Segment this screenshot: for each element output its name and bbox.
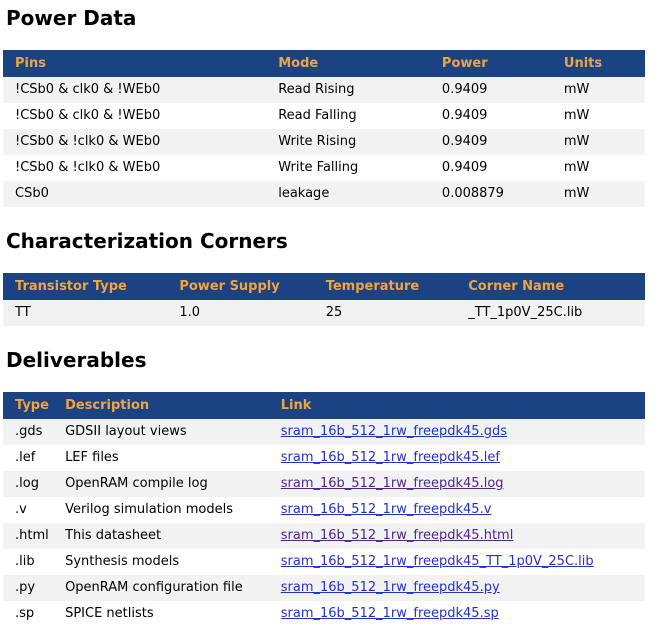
table-row: .lefLEF files sram_16b_512_1rw_freepdk45.… (3, 445, 645, 471)
deliverables-section: Deliverables TypeDescriptionLink .gdsGDS… (3, 348, 645, 627)
column-header: Transistor Type (3, 273, 167, 300)
deliverable-link[interactable]: sram_16b_512_1rw_freepdk45.gds (281, 424, 507, 439)
column-header: Corner Name (456, 273, 645, 300)
table-cell: .html (3, 523, 53, 549)
header-row: TypeDescriptionLink (3, 392, 645, 419)
deliverable-link[interactable]: sram_16b_512_1rw_freepdk45.py (281, 580, 500, 595)
table-cell: sram_16b_512_1rw_freepdk45.gds (269, 419, 645, 445)
table-cell: Read Falling (266, 103, 430, 129)
table-row: .pyOpenRAM configuration file sram_16b_51… (3, 575, 645, 601)
deliverable-link[interactable]: sram_16b_512_1rw_freepdk45.v (281, 502, 492, 517)
deliverable-link[interactable]: sram_16b_512_1rw_freepdk45.lef (281, 450, 500, 465)
header-row: Transistor TypePower SupplyTemperatureCo… (3, 273, 645, 300)
power-data-section: Power Data PinsModePowerUnits !CSb0 & cl… (3, 6, 645, 207)
table-cell: mW (552, 77, 645, 103)
table-cell: _TT_1p0V_25C.lib (456, 300, 645, 326)
table-cell: .gds (3, 419, 53, 445)
table-row: CSb0leakage0.008879mW (3, 181, 645, 207)
table-cell: 0.008879 (430, 181, 552, 207)
datasheet-page: { "theme": { "header_bg": "#1b4282", "he… (0, 0, 660, 631)
table-row: .gdsGDSII layout views sram_16b_512_1rw_f… (3, 419, 645, 445)
deliverables-table: TypeDescriptionLink .gdsGDSII layout vie… (3, 392, 645, 627)
column-header: Description (53, 392, 269, 419)
column-header: Pins (3, 50, 266, 77)
table-cell: 25 (314, 300, 457, 326)
table-row: !CSb0 & !clk0 & WEb0Write Falling0.9409m… (3, 155, 645, 181)
column-header: Power Supply (167, 273, 313, 300)
table-cell: sram_16b_512_1rw_freepdk45.sp (269, 601, 645, 627)
table-cell: mW (552, 129, 645, 155)
column-header: Temperature (314, 273, 457, 300)
column-header: Mode (266, 50, 430, 77)
table-cell: Read Rising (266, 77, 430, 103)
table-cell: SPICE netlists (53, 601, 269, 627)
table-cell: 0.9409 (430, 77, 552, 103)
characterization-corners-section: Characterization Corners Transistor Type… (3, 229, 645, 326)
table-cell: TT (3, 300, 167, 326)
table-cell: Synthesis models (53, 549, 269, 575)
deliverable-link[interactable]: sram_16b_512_1rw_freepdk45.html (281, 528, 514, 543)
table-cell: mW (552, 155, 645, 181)
deliverable-link[interactable]: sram_16b_512_1rw_freepdk45_TT_1p0V_25C.l… (281, 554, 594, 569)
table-cell: .lib (3, 549, 53, 575)
table-row: .spSPICE netlists sram_16b_512_1rw_freepd… (3, 601, 645, 627)
table-cell: mW (552, 103, 645, 129)
table-cell: This datasheet (53, 523, 269, 549)
table-cell: OpenRAM configuration file (53, 575, 269, 601)
table-cell: sram_16b_512_1rw_freepdk45_TT_1p0V_25C.l… (269, 549, 645, 575)
table-cell: 1.0 (167, 300, 313, 326)
table-row: .logOpenRAM compile log sram_16b_512_1rw_… (3, 471, 645, 497)
table-cell: mW (552, 181, 645, 207)
table-cell: sram_16b_512_1rw_freepdk45.v (269, 497, 645, 523)
table-cell: CSb0 (3, 181, 266, 207)
characterization-corners-heading: Characterization Corners (6, 229, 645, 253)
table-cell: .sp (3, 601, 53, 627)
table-cell: sram_16b_512_1rw_freepdk45.py (269, 575, 645, 601)
table-cell: sram_16b_512_1rw_freepdk45.lef (269, 445, 645, 471)
table-row: .vVerilog simulation models sram_16b_512_… (3, 497, 645, 523)
table-cell: 0.9409 (430, 129, 552, 155)
table-cell: !CSb0 & !clk0 & WEb0 (3, 155, 266, 181)
table-row: !CSb0 & !clk0 & WEb0Write Rising0.9409mW (3, 129, 645, 155)
table-cell: !CSb0 & clk0 & !WEb0 (3, 103, 266, 129)
power-data-heading: Power Data (6, 6, 645, 30)
table-cell: 0.9409 (430, 103, 552, 129)
table-row: !CSb0 & clk0 & !WEb0Read Rising0.9409mW (3, 77, 645, 103)
column-header: Type (3, 392, 53, 419)
table-cell: Verilog simulation models (53, 497, 269, 523)
table-cell: sram_16b_512_1rw_freepdk45.log (269, 471, 645, 497)
table-cell: .log (3, 471, 53, 497)
table-row: TT1.025_TT_1p0V_25C.lib (3, 300, 645, 326)
table-cell: !CSb0 & !clk0 & WEb0 (3, 129, 266, 155)
deliverables-heading: Deliverables (6, 348, 645, 372)
table-cell: sram_16b_512_1rw_freepdk45.html (269, 523, 645, 549)
table-cell: !CSb0 & clk0 & !WEb0 (3, 77, 266, 103)
table-cell: LEF files (53, 445, 269, 471)
table-row: !CSb0 & clk0 & !WEb0Read Falling0.9409mW (3, 103, 645, 129)
power-data-table: PinsModePowerUnits !CSb0 & clk0 & !WEb0R… (3, 50, 645, 207)
characterization-corners-table: Transistor TypePower SupplyTemperatureCo… (3, 273, 645, 326)
table-cell: 0.9409 (430, 155, 552, 181)
table-cell: Write Rising (266, 129, 430, 155)
table-cell: .v (3, 497, 53, 523)
table-cell: Write Falling (266, 155, 430, 181)
column-header: Power (430, 50, 552, 77)
table-cell: .py (3, 575, 53, 601)
header-row: PinsModePowerUnits (3, 50, 645, 77)
deliverable-link[interactable]: sram_16b_512_1rw_freepdk45.log (281, 476, 504, 491)
table-row: .libSynthesis models sram_16b_512_1rw_fre… (3, 549, 645, 575)
table-cell: OpenRAM compile log (53, 471, 269, 497)
deliverable-link[interactable]: sram_16b_512_1rw_freepdk45.sp (281, 606, 499, 621)
table-cell: GDSII layout views (53, 419, 269, 445)
column-header: Units (552, 50, 645, 77)
table-cell: .lef (3, 445, 53, 471)
column-header: Link (269, 392, 645, 419)
table-row: .htmlThis datasheet sram_16b_512_1rw_free… (3, 523, 645, 549)
table-cell: leakage (266, 181, 430, 207)
